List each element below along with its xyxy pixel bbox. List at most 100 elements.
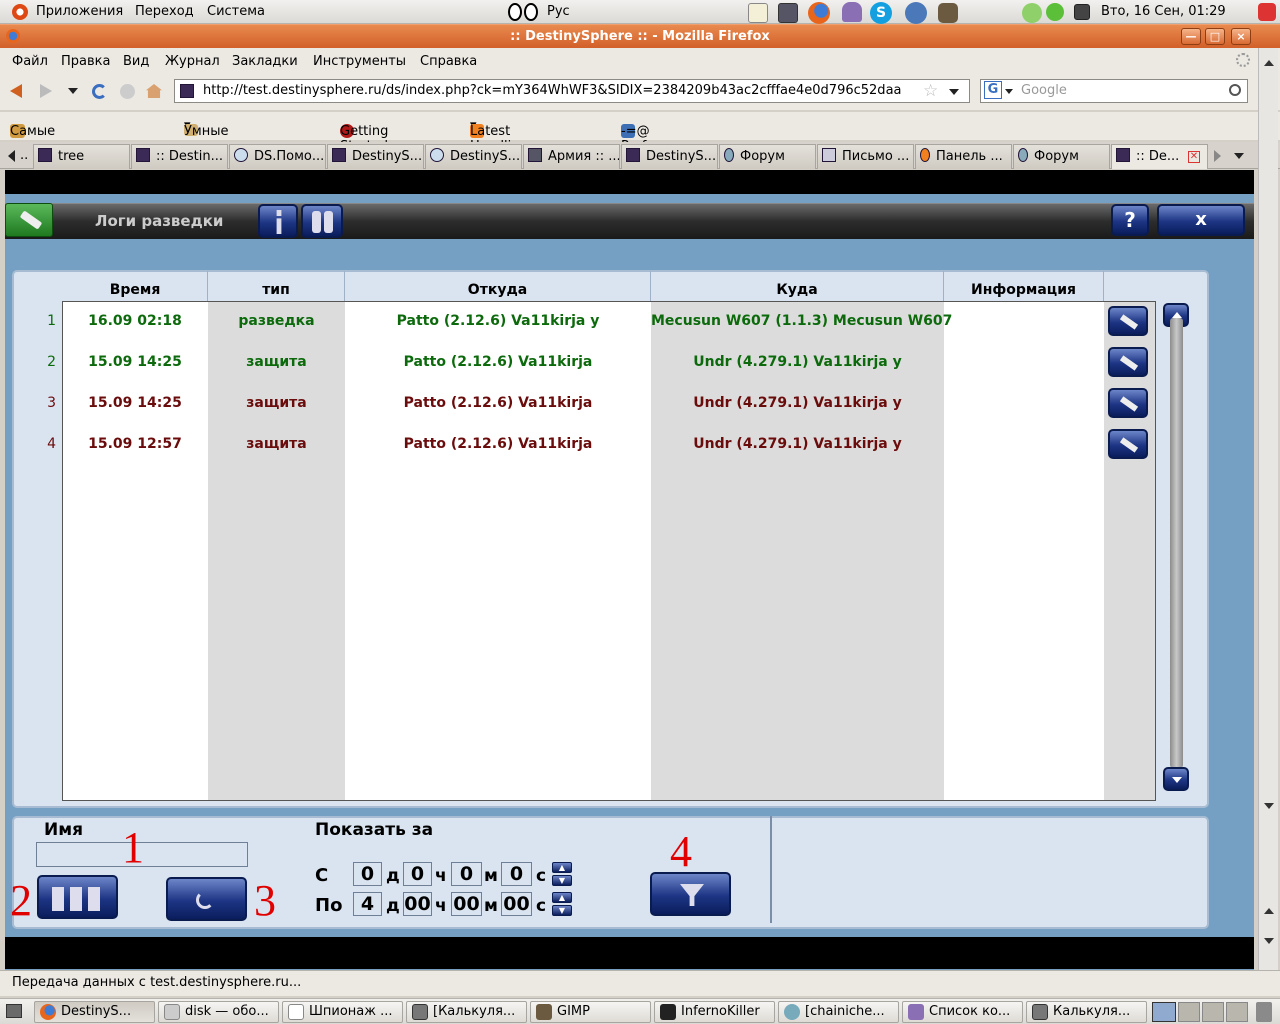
row-to[interactable]: Undr (4.279.1) Va11kirja y bbox=[651, 354, 944, 370]
panel-menu-applications[interactable]: Приложения bbox=[36, 4, 123, 19]
task-chat[interactable]: [chainiche... bbox=[778, 1001, 899, 1023]
row-from[interactable]: Patto (2.12.6) Va11kirja bbox=[345, 395, 651, 411]
menu-file[interactable]: Файл bbox=[12, 54, 48, 69]
info-button[interactable] bbox=[258, 204, 298, 238]
column-header-time[interactable]: Время bbox=[64, 282, 206, 298]
menu-edit[interactable]: Правка bbox=[61, 54, 110, 69]
close-tab-icon[interactable]: ✕ bbox=[1188, 151, 1200, 163]
column-header-info[interactable]: Информация bbox=[944, 282, 1103, 298]
search-engine-icon[interactable]: G bbox=[984, 81, 1002, 99]
monitor-icon[interactable] bbox=[1074, 4, 1090, 20]
menu-history[interactable]: Журнал bbox=[165, 54, 220, 69]
column-header-type[interactable]: тип bbox=[208, 282, 344, 298]
tab-letter[interactable]: Письмо ... bbox=[817, 144, 914, 169]
to-minutes[interactable]: 00 bbox=[451, 892, 482, 916]
show-desktop-icon[interactable] bbox=[6, 1004, 22, 1018]
panel-menu-places[interactable]: Переход bbox=[135, 4, 194, 19]
maximize-button[interactable]: □ bbox=[1205, 28, 1225, 45]
workspace-switcher[interactable] bbox=[1226, 1002, 1248, 1022]
row-from[interactable]: Patto (2.12.6) Va11kirja bbox=[345, 354, 651, 370]
tabs-scroll-left-icon[interactable] bbox=[8, 150, 15, 162]
menu-view[interactable]: Вид bbox=[123, 54, 149, 69]
browser-scrollbar[interactable] bbox=[1258, 48, 1278, 992]
players-button[interactable] bbox=[37, 875, 118, 919]
from-spin-down[interactable]: ▼ bbox=[552, 875, 572, 886]
task-disk[interactable]: disk — обо... bbox=[158, 1001, 279, 1023]
help-button[interactable]: ? bbox=[1111, 204, 1149, 236]
tab-destiny-3[interactable]: DestinyS... bbox=[425, 144, 522, 169]
tab-forum-1[interactable]: Форум bbox=[719, 144, 816, 169]
task-gimp[interactable]: GIMP bbox=[530, 1001, 651, 1023]
network-icon[interactable] bbox=[905, 2, 927, 24]
workspace-switcher[interactable] bbox=[1202, 1002, 1224, 1022]
bookmark-star-icon[interactable]: ☆ bbox=[923, 81, 938, 101]
view-report-button[interactable] bbox=[1108, 429, 1148, 459]
update-icon[interactable] bbox=[1046, 3, 1064, 21]
from-spin-up[interactable]: ▲ bbox=[552, 862, 572, 873]
minimize-button[interactable]: — bbox=[1181, 28, 1201, 45]
scroll-down-arrow-icon[interactable] bbox=[1264, 938, 1274, 944]
keyboard-layout[interactable]: Рус bbox=[547, 4, 570, 19]
task-infernokiller[interactable]: InfernoKiller bbox=[654, 1001, 775, 1023]
tab-army[interactable]: Армия :: ... bbox=[523, 144, 620, 169]
tab-destiny-2[interactable]: DestinyS... bbox=[327, 144, 424, 169]
tab-ds-help[interactable]: DS.Помо... bbox=[229, 144, 326, 169]
from-days[interactable]: 0 bbox=[353, 862, 382, 886]
filter-button[interactable] bbox=[650, 872, 731, 916]
panel-menu-system[interactable]: Система bbox=[207, 4, 265, 19]
row-to[interactable]: Undr (4.279.1) Va11kirja y bbox=[651, 436, 944, 452]
task-spying[interactable]: Шпионаж ... bbox=[282, 1001, 403, 1023]
bookmark-smart-bookmarks[interactable]: Умные закладки ▾ bbox=[184, 118, 248, 154]
reload-icon[interactable] bbox=[92, 84, 107, 99]
from-seconds[interactable]: 0 bbox=[501, 862, 532, 886]
search-placeholder[interactable]: Google bbox=[1021, 83, 1067, 98]
to-hours[interactable]: 00 bbox=[403, 892, 432, 916]
text-editor-icon[interactable] bbox=[748, 3, 768, 23]
tab-destiny-4[interactable]: DestinyS... bbox=[621, 144, 718, 169]
panel-clock[interactable]: Вто, 16 Сен, 01:29 bbox=[1101, 4, 1226, 19]
all-tabs-dropdown-icon[interactable] bbox=[1234, 153, 1244, 159]
scroll-up-arrow-icon[interactable] bbox=[1264, 60, 1274, 66]
view-report-button[interactable] bbox=[1108, 347, 1148, 377]
workspace-switcher[interactable] bbox=[1178, 1002, 1200, 1022]
trash-icon[interactable] bbox=[1256, 1002, 1272, 1022]
reset-button[interactable] bbox=[166, 877, 247, 921]
skype-icon[interactable]: S bbox=[870, 2, 892, 24]
scroll-up-arrow-icon[interactable] bbox=[1264, 908, 1274, 914]
row-to[interactable]: Mecusun W607 (1.1.3) Mecusun W607 bbox=[651, 313, 952, 329]
tab-forum-2[interactable]: Форум bbox=[1013, 144, 1110, 169]
menu-help[interactable]: Справка bbox=[420, 54, 477, 69]
view-report-button[interactable] bbox=[1108, 388, 1148, 418]
calculator-icon[interactable] bbox=[778, 3, 798, 23]
back-icon[interactable] bbox=[10, 84, 22, 98]
url-bar[interactable]: http://test.destinysphere.ru/ds/index.ph… bbox=[174, 79, 970, 103]
url-text[interactable]: http://test.destinysphere.ru/ds/index.ph… bbox=[203, 83, 902, 98]
tabs-scroll-right-icon[interactable] bbox=[1214, 150, 1221, 162]
menu-tools[interactable]: Инструменты bbox=[313, 54, 406, 69]
scroll-down-arrow-icon[interactable] bbox=[1264, 803, 1274, 809]
table-scrollbar-track[interactable] bbox=[1170, 318, 1183, 768]
column-header-to[interactable]: Куда bbox=[651, 282, 943, 298]
binoculars-button[interactable] bbox=[301, 204, 343, 238]
url-dropdown-icon[interactable] bbox=[949, 89, 959, 95]
view-report-button[interactable] bbox=[1108, 306, 1148, 336]
power-icon[interactable] bbox=[1258, 3, 1276, 21]
tab-destiny-1[interactable]: :: Destin... bbox=[131, 144, 228, 169]
table-scroll-down-button[interactable] bbox=[1163, 767, 1189, 791]
workspace-switcher[interactable] bbox=[1152, 1002, 1176, 1022]
from-hours[interactable]: 0 bbox=[403, 862, 432, 886]
column-header-from[interactable]: Откуда bbox=[345, 282, 650, 298]
row-from[interactable]: Patto (2.12.6) Va11kirja y bbox=[345, 313, 651, 329]
menu-bookmarks[interactable]: Закладки bbox=[232, 54, 298, 69]
close-button[interactable]: x bbox=[1157, 204, 1245, 236]
tab-destiny-active[interactable]: :: De... ✕ bbox=[1111, 144, 1208, 169]
firefox-icon[interactable] bbox=[808, 2, 830, 24]
forward-icon[interactable] bbox=[40, 84, 52, 98]
gimp-launcher-icon[interactable] bbox=[938, 3, 958, 23]
task-destinysphere[interactable]: DestinyS... bbox=[34, 1001, 155, 1023]
bookmark-latest-headlines[interactable]: Latest Headlines ▾ bbox=[470, 118, 534, 154]
to-spin-down[interactable]: ▼ bbox=[552, 905, 572, 916]
search-box[interactable]: G Google bbox=[980, 79, 1248, 103]
search-icon[interactable] bbox=[1229, 84, 1241, 96]
history-dropdown-icon[interactable] bbox=[68, 88, 78, 94]
